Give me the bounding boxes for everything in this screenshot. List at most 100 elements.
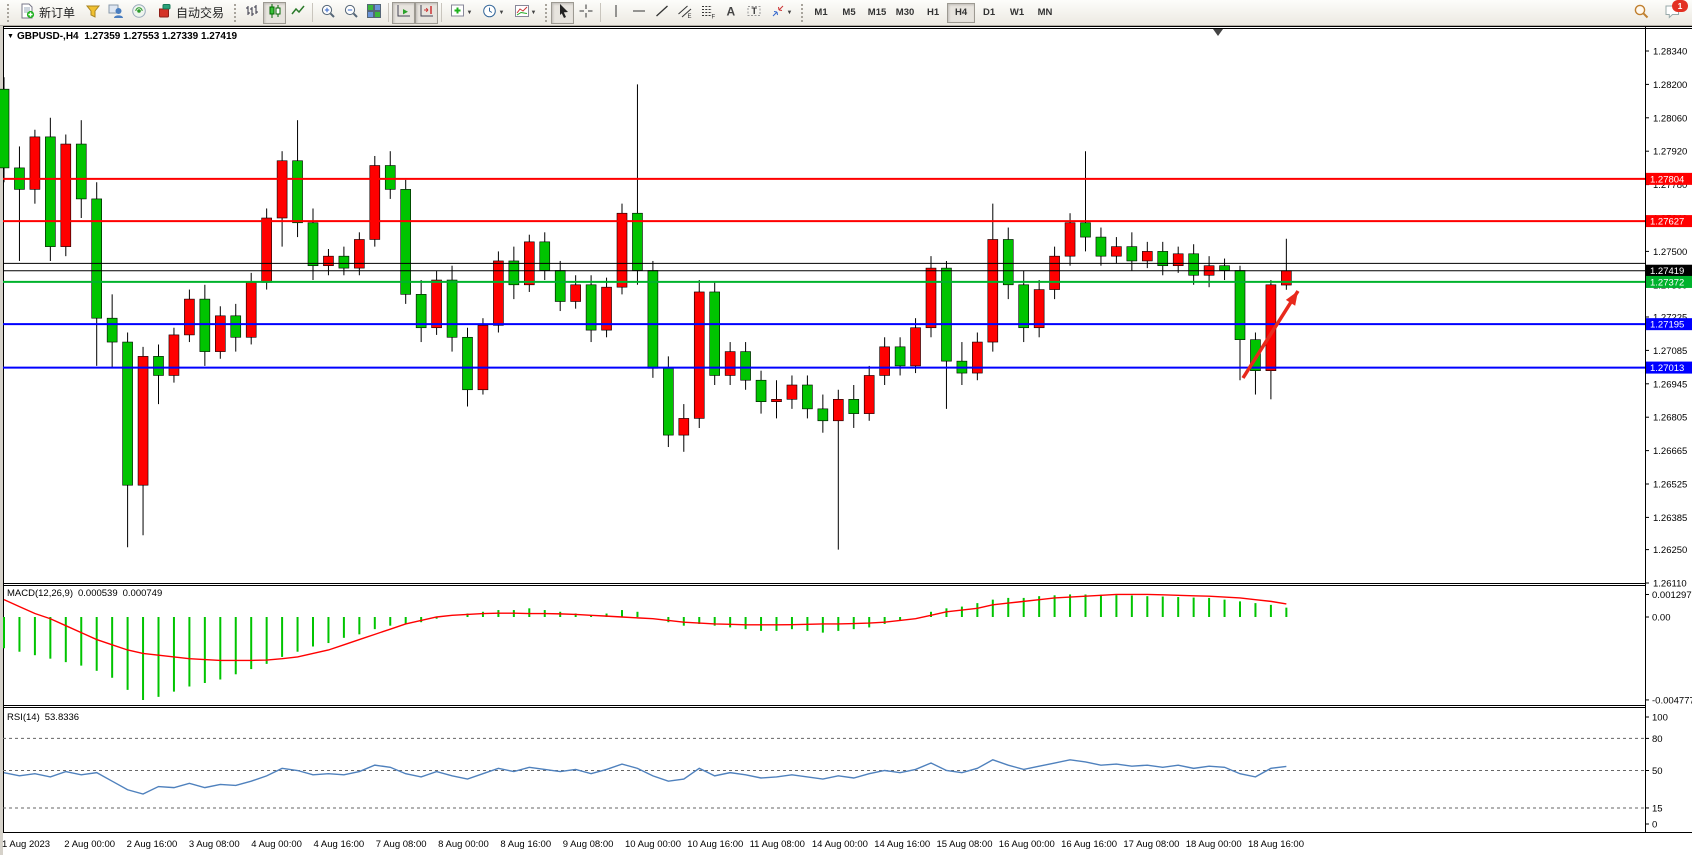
price-axis[interactable]: 1.283401.282001.280601.279201.277801.276… <box>1645 47 1687 590</box>
toolbar-grip[interactable] <box>545 4 547 22</box>
candle-body <box>0 89 9 168</box>
templates-button[interactable]: ▼ <box>509 2 541 24</box>
candle-body <box>818 409 828 421</box>
macd-main-value: 0.000539 <box>78 588 118 599</box>
zoom-out-button[interactable] <box>339 2 362 24</box>
auto-scroll-button[interactable] <box>392 2 415 24</box>
candle-body <box>463 337 473 389</box>
macd-title: MACD(12,26,9) <box>7 588 73 599</box>
tf-m5-button[interactable]: M5 <box>835 3 863 23</box>
notifications-button[interactable]: 1 <box>1661 2 1684 24</box>
styler-button[interactable] <box>81 2 104 24</box>
chevron-down-icon: ▼ <box>787 10 793 16</box>
text-label-button[interactable]: T <box>742 2 765 24</box>
indicators-button[interactable]: ▼ <box>445 2 477 24</box>
macd-axis-tick: 0.00 <box>1652 613 1671 624</box>
auto-trading-label: 自动交易 <box>176 4 224 21</box>
price-axis-tick: 1.28200 <box>1653 80 1687 91</box>
search-button[interactable] <box>1630 2 1653 24</box>
tf-w1-button[interactable]: W1 <box>1003 3 1031 23</box>
candle <box>1142 242 1152 268</box>
bar-chart-button[interactable] <box>240 2 263 24</box>
tf-h4-button[interactable]: H4 <box>947 3 975 23</box>
candle-body <box>92 199 102 318</box>
rsi-axis-tick: 80 <box>1652 734 1663 745</box>
zoom-in-button[interactable] <box>316 2 339 24</box>
candle-body <box>617 213 627 287</box>
toolbar-grip[interactable] <box>801 4 803 22</box>
arrows-button[interactable]: ▼ <box>765 2 797 24</box>
tile-windows-button[interactable] <box>362 2 385 24</box>
candle-body <box>231 316 241 337</box>
equidistant-channel-icon: E <box>677 3 693 22</box>
candle <box>988 204 998 352</box>
candle <box>432 270 442 334</box>
chart-shift-marker[interactable] <box>1213 29 1223 36</box>
candle <box>447 266 457 352</box>
candle-body <box>401 189 411 294</box>
candle-body <box>1096 237 1106 256</box>
trendline-button[interactable] <box>650 2 673 24</box>
candle-body <box>1034 290 1044 328</box>
time-axis[interactable]: 1 Aug 20232 Aug 00:002 Aug 16:003 Aug 08… <box>2 839 1304 850</box>
text-button[interactable]: A <box>719 2 742 24</box>
chevron-down-icon: ▼ <box>467 10 473 16</box>
candle-body <box>1003 239 1013 284</box>
equidistant-channel-button[interactable]: E <box>673 2 696 24</box>
chart-window[interactable]: 1.283401.282001.280601.279201.277801.276… <box>0 26 1692 855</box>
search-icon <box>1633 3 1650 23</box>
toolbar-grip[interactable] <box>7 4 9 22</box>
price-flag-text: 1.27627 <box>1650 217 1684 228</box>
candle <box>138 347 148 535</box>
candle-body <box>293 161 303 223</box>
macd-pane[interactable]: 0.0012970.00-0.004777 <box>4 590 1692 706</box>
rsi-pane[interactable]: 1008050150 <box>3 713 1668 831</box>
fibonacci-button[interactable]: F <box>696 2 719 24</box>
time-axis-label: 14 Aug 00:00 <box>812 839 868 850</box>
candle-body <box>339 256 349 268</box>
arrows-icon <box>770 3 786 22</box>
candle <box>1096 228 1106 266</box>
funnel-icon <box>85 3 101 22</box>
fibonacci-icon: F <box>700 3 716 22</box>
tf-m1-button[interactable]: M1 <box>807 3 835 23</box>
demo-account-button[interactable] <box>104 2 127 24</box>
time-axis-label: 14 Aug 16:00 <box>874 839 930 850</box>
chart-menu-triangle-icon[interactable]: ▼ <box>7 33 14 40</box>
tf-h1-button[interactable]: H1 <box>919 3 947 23</box>
candlestick-chart-button[interactable] <box>263 2 286 24</box>
candle-body <box>1142 251 1152 261</box>
time-axis-label: 15 Aug 08:00 <box>937 839 993 850</box>
cursor-button[interactable] <box>551 2 574 24</box>
chart-shift-button[interactable] <box>415 2 438 24</box>
tf-m15-button[interactable]: M15 <box>863 3 891 23</box>
periods-button[interactable]: ▼ <box>477 2 509 24</box>
horizontal-line-button[interactable] <box>627 2 650 24</box>
candle-body <box>787 385 797 399</box>
crosshair-button[interactable] <box>574 2 597 24</box>
level-lines-group[interactable]: 1.278041.276271.274191.273721.271951.270… <box>3 173 1692 374</box>
candle <box>169 328 179 383</box>
signals-button[interactable] <box>127 2 150 24</box>
macd-signal-line <box>4 594 1286 660</box>
candle-body <box>911 328 921 366</box>
candle-body <box>447 280 457 337</box>
auto-trading-button[interactable]: 自动交易 <box>150 2 230 24</box>
toolbar-grip[interactable] <box>234 4 236 22</box>
candles-group[interactable] <box>0 77 1291 549</box>
candle <box>802 375 812 418</box>
new-order-button[interactable]: 新订单 <box>13 2 81 24</box>
tf-mn-button[interactable]: MN <box>1031 3 1059 23</box>
price-axis-tick: 1.26805 <box>1653 413 1687 424</box>
tf-m30-button[interactable]: M30 <box>891 3 919 23</box>
candle-body <box>679 418 689 435</box>
price-axis-tick: 1.26250 <box>1653 545 1687 556</box>
line-chart-button[interactable] <box>286 2 309 24</box>
candle-body <box>1173 254 1183 266</box>
tf-d1-button[interactable]: D1 <box>975 3 1003 23</box>
candle <box>880 337 890 385</box>
candle <box>354 232 364 275</box>
line-chart-icon <box>290 3 306 22</box>
vertical-line-button[interactable] <box>604 2 627 24</box>
price-chart-canvas[interactable]: 1.283401.282001.280601.279201.277801.276… <box>0 26 1692 855</box>
